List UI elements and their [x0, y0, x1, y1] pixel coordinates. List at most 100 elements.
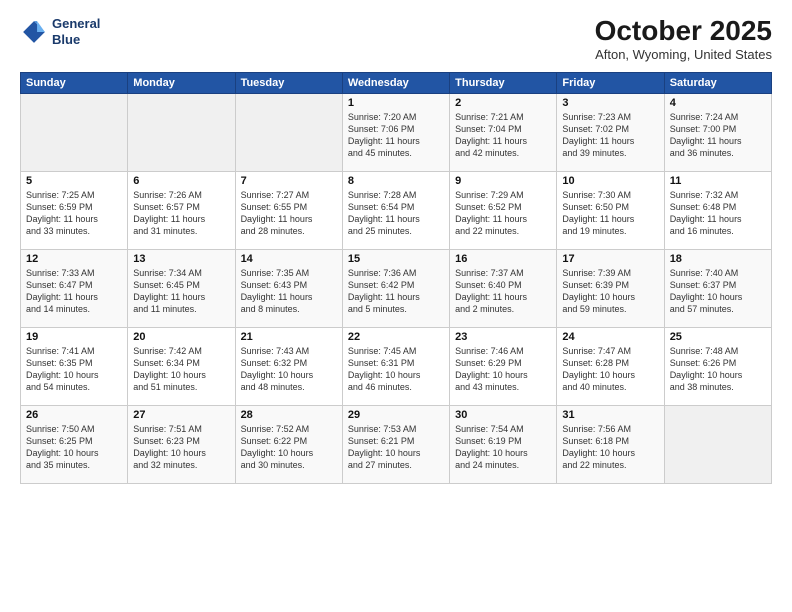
- calendar-day-cell: 31 Sunrise: 7:56 AM Sunset: 6:18 PM Dayli…: [557, 405, 664, 483]
- calendar-table: SundayMondayTuesdayWednesdayThursdayFrid…: [20, 72, 772, 484]
- day-info: Sunrise: 7:29 AM Sunset: 6:52 PM Dayligh…: [455, 189, 551, 238]
- calendar-day-cell: 14 Sunrise: 7:35 AM Sunset: 6:43 PM Dayli…: [235, 249, 342, 327]
- day-number: 14: [241, 253, 337, 265]
- calendar-day-cell: [21, 93, 128, 171]
- day-number: 24: [562, 331, 658, 343]
- day-info: Sunrise: 7:56 AM Sunset: 6:18 PM Dayligh…: [562, 423, 658, 472]
- day-number: 3: [562, 97, 658, 109]
- day-info: Sunrise: 7:26 AM Sunset: 6:57 PM Dayligh…: [133, 189, 229, 238]
- day-number: 27: [133, 409, 229, 421]
- day-info: Sunrise: 7:54 AM Sunset: 6:19 PM Dayligh…: [455, 423, 551, 472]
- weekday-header: Thursday: [450, 72, 557, 93]
- day-number: 12: [26, 253, 122, 265]
- calendar-day-cell: 12 Sunrise: 7:33 AM Sunset: 6:47 PM Dayli…: [21, 249, 128, 327]
- weekday-header: Wednesday: [342, 72, 449, 93]
- day-number: 13: [133, 253, 229, 265]
- day-number: 15: [348, 253, 444, 265]
- header: General Blue October 2025 Afton, Wyoming…: [20, 16, 772, 62]
- day-number: 25: [670, 331, 766, 343]
- day-info: Sunrise: 7:45 AM Sunset: 6:31 PM Dayligh…: [348, 345, 444, 394]
- day-number: 31: [562, 409, 658, 421]
- day-info: Sunrise: 7:28 AM Sunset: 6:54 PM Dayligh…: [348, 189, 444, 238]
- day-info: Sunrise: 7:42 AM Sunset: 6:34 PM Dayligh…: [133, 345, 229, 394]
- day-number: 22: [348, 331, 444, 343]
- calendar-week-row: 1 Sunrise: 7:20 AM Sunset: 7:06 PM Daylig…: [21, 93, 772, 171]
- calendar-day-cell: [128, 93, 235, 171]
- day-info: Sunrise: 7:25 AM Sunset: 6:59 PM Dayligh…: [26, 189, 122, 238]
- calendar-day-cell: 19 Sunrise: 7:41 AM Sunset: 6:35 PM Dayli…: [21, 327, 128, 405]
- day-info: Sunrise: 7:47 AM Sunset: 6:28 PM Dayligh…: [562, 345, 658, 394]
- calendar-day-cell: 23 Sunrise: 7:46 AM Sunset: 6:29 PM Dayli…: [450, 327, 557, 405]
- day-info: Sunrise: 7:43 AM Sunset: 6:32 PM Dayligh…: [241, 345, 337, 394]
- day-info: Sunrise: 7:51 AM Sunset: 6:23 PM Dayligh…: [133, 423, 229, 472]
- month-title: October 2025: [595, 16, 772, 47]
- weekday-header: Sunday: [21, 72, 128, 93]
- calendar-day-cell: 18Sunrise: 7:40 AM Sunset: 6:37 PM Dayli…: [664, 249, 771, 327]
- title-block: October 2025 Afton, Wyoming, United Stat…: [595, 16, 772, 62]
- weekday-header: Tuesday: [235, 72, 342, 93]
- day-number: 9: [455, 175, 551, 187]
- day-number: 2: [455, 97, 551, 109]
- calendar-day-cell: 13Sunrise: 7:34 AM Sunset: 6:45 PM Dayli…: [128, 249, 235, 327]
- day-number: 11: [670, 175, 766, 187]
- day-number: 7: [241, 175, 337, 187]
- day-info: Sunrise: 7:35 AM Sunset: 6:43 PM Dayligh…: [241, 267, 337, 316]
- day-number: 18: [670, 253, 766, 265]
- day-number: 23: [455, 331, 551, 343]
- day-number: 29: [348, 409, 444, 421]
- day-number: 6: [133, 175, 229, 187]
- calendar-day-cell: 24 Sunrise: 7:47 AM Sunset: 6:28 PM Dayli…: [557, 327, 664, 405]
- calendar-day-cell: 1 Sunrise: 7:20 AM Sunset: 7:06 PM Daylig…: [342, 93, 449, 171]
- calendar-header-row: SundayMondayTuesdayWednesdayThursdayFrid…: [21, 72, 772, 93]
- logo-line1: General: [52, 16, 100, 32]
- day-info: Sunrise: 7:37 AM Sunset: 6:40 PM Dayligh…: [455, 267, 551, 316]
- calendar-day-cell: 9 Sunrise: 7:29 AM Sunset: 6:52 PM Daylig…: [450, 171, 557, 249]
- calendar-day-cell: [664, 405, 771, 483]
- calendar-day-cell: 7 Sunrise: 7:27 AM Sunset: 6:55 PM Daylig…: [235, 171, 342, 249]
- weekday-header: Monday: [128, 72, 235, 93]
- day-number: 19: [26, 331, 122, 343]
- day-info: Sunrise: 7:53 AM Sunset: 6:21 PM Dayligh…: [348, 423, 444, 472]
- calendar-day-cell: 16 Sunrise: 7:37 AM Sunset: 6:40 PM Dayli…: [450, 249, 557, 327]
- logo-icon: [20, 18, 48, 46]
- day-number: 26: [26, 409, 122, 421]
- calendar-day-cell: 28 Sunrise: 7:52 AM Sunset: 6:22 PM Dayli…: [235, 405, 342, 483]
- calendar-day-cell: 26Sunrise: 7:50 AM Sunset: 6:25 PM Dayli…: [21, 405, 128, 483]
- day-info: Sunrise: 7:39 AM Sunset: 6:39 PM Dayligh…: [562, 267, 658, 316]
- day-number: 4: [670, 97, 766, 109]
- calendar-day-cell: 15 Sunrise: 7:36 AM Sunset: 6:42 PM Dayli…: [342, 249, 449, 327]
- location: Afton, Wyoming, United States: [595, 47, 772, 62]
- calendar-day-cell: [235, 93, 342, 171]
- calendar-day-cell: 11Sunrise: 7:32 AM Sunset: 6:48 PM Dayli…: [664, 171, 771, 249]
- day-number: 21: [241, 331, 337, 343]
- day-number: 28: [241, 409, 337, 421]
- calendar-day-cell: 22 Sunrise: 7:45 AM Sunset: 6:31 PM Dayli…: [342, 327, 449, 405]
- day-number: 30: [455, 409, 551, 421]
- day-info: Sunrise: 7:36 AM Sunset: 6:42 PM Dayligh…: [348, 267, 444, 316]
- day-info: Sunrise: 7:52 AM Sunset: 6:22 PM Dayligh…: [241, 423, 337, 472]
- calendar-day-cell: 21 Sunrise: 7:43 AM Sunset: 6:32 PM Dayli…: [235, 327, 342, 405]
- calendar-day-cell: 3 Sunrise: 7:23 AM Sunset: 7:02 PM Daylig…: [557, 93, 664, 171]
- day-info: Sunrise: 7:41 AM Sunset: 6:35 PM Dayligh…: [26, 345, 122, 394]
- day-info: Sunrise: 7:20 AM Sunset: 7:06 PM Dayligh…: [348, 111, 444, 160]
- day-info: Sunrise: 7:24 AM Sunset: 7:00 PM Dayligh…: [670, 111, 766, 160]
- page: General Blue October 2025 Afton, Wyoming…: [0, 0, 792, 612]
- day-info: Sunrise: 7:27 AM Sunset: 6:55 PM Dayligh…: [241, 189, 337, 238]
- day-info: Sunrise: 7:48 AM Sunset: 6:26 PM Dayligh…: [670, 345, 766, 394]
- day-info: Sunrise: 7:33 AM Sunset: 6:47 PM Dayligh…: [26, 267, 122, 316]
- day-info: Sunrise: 7:30 AM Sunset: 6:50 PM Dayligh…: [562, 189, 658, 238]
- calendar-day-cell: 17 Sunrise: 7:39 AM Sunset: 6:39 PM Dayli…: [557, 249, 664, 327]
- calendar-day-cell: 29 Sunrise: 7:53 AM Sunset: 6:21 PM Dayli…: [342, 405, 449, 483]
- day-number: 1: [348, 97, 444, 109]
- day-number: 16: [455, 253, 551, 265]
- day-info: Sunrise: 7:23 AM Sunset: 7:02 PM Dayligh…: [562, 111, 658, 160]
- day-info: Sunrise: 7:46 AM Sunset: 6:29 PM Dayligh…: [455, 345, 551, 394]
- calendar-day-cell: 4 Sunrise: 7:24 AM Sunset: 7:00 PM Daylig…: [664, 93, 771, 171]
- weekday-header: Friday: [557, 72, 664, 93]
- calendar-day-cell: 2 Sunrise: 7:21 AM Sunset: 7:04 PM Daylig…: [450, 93, 557, 171]
- calendar-day-cell: 27 Sunrise: 7:51 AM Sunset: 6:23 PM Dayli…: [128, 405, 235, 483]
- day-number: 17: [562, 253, 658, 265]
- day-info: Sunrise: 7:21 AM Sunset: 7:04 PM Dayligh…: [455, 111, 551, 160]
- day-number: 20: [133, 331, 229, 343]
- weekday-header: Saturday: [664, 72, 771, 93]
